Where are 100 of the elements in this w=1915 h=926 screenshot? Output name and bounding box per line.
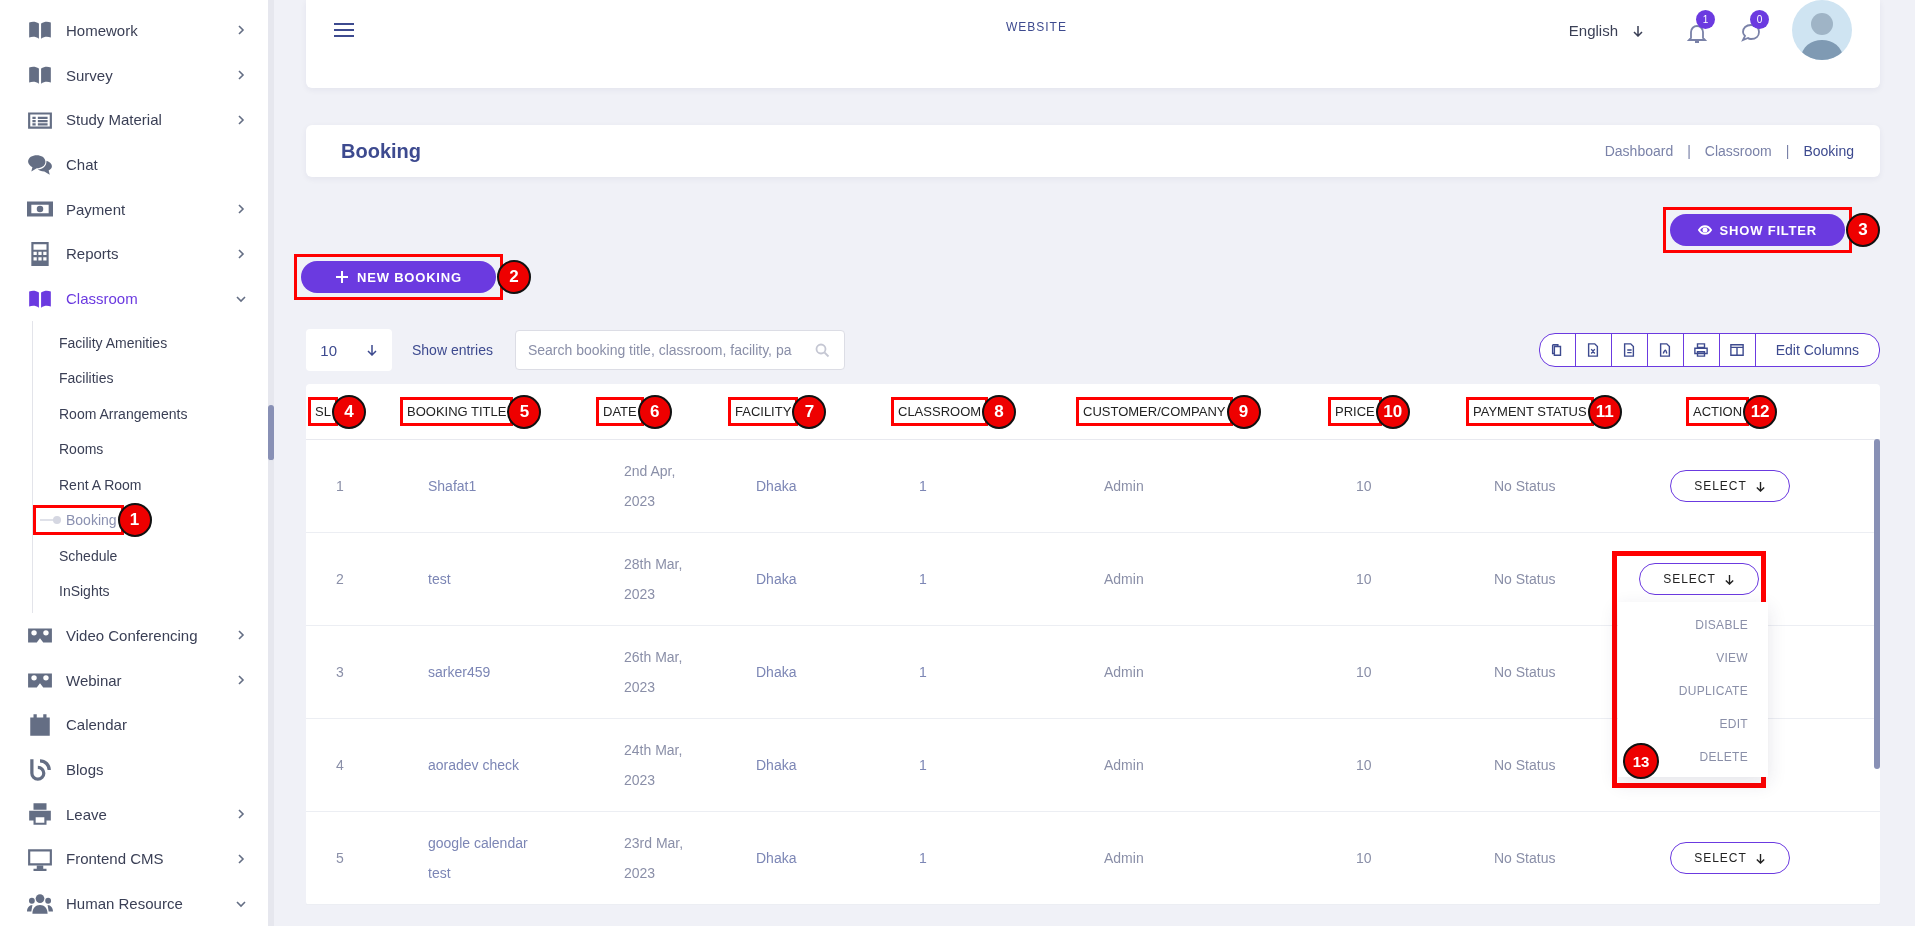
sidebar-item[interactable]: Chat xyxy=(0,142,268,187)
sidebar-item[interactable]: Payment xyxy=(0,186,268,232)
chevron-icon xyxy=(236,204,246,215)
booking-title-link[interactable]: aoradev check xyxy=(400,757,520,773)
sidebar-item[interactable]: Study Material xyxy=(0,97,268,143)
search-field[interactable]: Search booking title, classroom, facility, pa xyxy=(514,330,845,370)
column-header[interactable]: PRICE xyxy=(1335,404,1375,419)
table-cell-text: 1 xyxy=(335,478,344,494)
callout-badge: 12 xyxy=(1743,394,1778,429)
monitor-icon xyxy=(27,846,53,872)
avatar[interactable] xyxy=(1792,0,1852,60)
plus-icon xyxy=(335,270,349,284)
sidebar-item[interactable]: Frontend CMS xyxy=(0,836,268,882)
eye-icon xyxy=(1697,223,1712,237)
scrollbar-thumb[interactable] xyxy=(1874,439,1880,769)
breadcrumb-link[interactable]: Booking xyxy=(1803,143,1854,159)
column-header[interactable]: FACILITY xyxy=(735,404,792,419)
table-cell-text: No Status xyxy=(1493,757,1556,773)
table-cell-text: Dhaka xyxy=(755,478,797,494)
table-cell-text: Admin xyxy=(1103,571,1144,587)
column-header[interactable]: PAYMENT STATUS xyxy=(1473,404,1587,419)
edit-columns-button[interactable]: Edit Columns xyxy=(1755,334,1879,366)
callout-badge: 5 xyxy=(507,394,542,429)
arrow-down-icon xyxy=(1754,480,1766,492)
column-header[interactable]: DATE xyxy=(603,404,637,419)
chevron-icon xyxy=(236,70,246,81)
callout-badge: 8 xyxy=(982,394,1017,429)
callout-badge: 1 xyxy=(117,503,152,538)
sidebar-item[interactable]: Leave xyxy=(0,791,268,837)
chevron-icon xyxy=(236,809,246,820)
submenu-item[interactable]: Room Arrangements xyxy=(59,405,188,422)
chevron-icon xyxy=(236,630,246,641)
table-cell-text: No Status xyxy=(1493,571,1556,587)
sidebar-item[interactable]: Blogs xyxy=(0,747,268,792)
callout-badge: 4 xyxy=(331,394,366,429)
table-cell-text: 1 xyxy=(918,478,927,494)
submenu-item[interactable]: Facility Amenities xyxy=(59,334,168,351)
chat-icon[interactable] xyxy=(1740,22,1762,44)
table-cell-text: 2nd Apr, 2023 xyxy=(623,462,676,511)
column-header[interactable]: SL xyxy=(315,404,331,419)
submenu-item[interactable]: Rent A Room xyxy=(59,476,142,493)
table-cell-text: No Status xyxy=(1493,478,1556,494)
table-cell-text: 10 xyxy=(1355,478,1372,494)
chevron-icon xyxy=(236,898,246,909)
booking-title-link[interactable]: google calendar test xyxy=(400,828,528,888)
submenu-item[interactable]: InSights xyxy=(59,583,110,600)
booking-title-link[interactable]: Shafat1 xyxy=(400,478,477,494)
table-cell-text: No Status xyxy=(1493,850,1556,866)
table-cell-text: No Status xyxy=(1493,664,1556,680)
chevron-icon xyxy=(236,854,246,864)
sidebar-item[interactable]: Survey xyxy=(0,52,268,98)
table-cell-text: 10 xyxy=(1355,664,1372,680)
document-icon xyxy=(1622,343,1637,357)
menu-icon[interactable] xyxy=(334,22,354,38)
columns-icon xyxy=(1730,343,1745,357)
table-cell-text: 5 xyxy=(335,850,344,866)
sidebar-item[interactable]: Reports xyxy=(0,231,268,277)
breadcrumb-link[interactable]: Classroom xyxy=(1704,143,1772,159)
column-header[interactable]: CLASSROOM xyxy=(898,404,982,419)
select-button[interactable]: SELECT xyxy=(1670,842,1790,874)
sidebar-item[interactable]: Homework xyxy=(0,8,268,53)
chevron-icon xyxy=(236,248,246,259)
document-icon xyxy=(1586,343,1601,357)
callout-badge: 2 xyxy=(496,260,531,294)
website-link[interactable]: WEBSITE xyxy=(855,20,1067,34)
entries-label: Show entries xyxy=(412,342,493,358)
callout-badge: 6 xyxy=(637,394,672,429)
booking-title-link[interactable]: sarker459 xyxy=(400,664,491,680)
arrow-down-icon xyxy=(1754,852,1766,864)
sidebar-item[interactable]: Video Conferencing xyxy=(0,613,268,658)
chevron-icon xyxy=(236,25,246,36)
sidebar-item[interactable]: Human Resource xyxy=(0,881,268,926)
column-header[interactable]: CUSTOMER/COMPANY xyxy=(1083,404,1226,419)
table-cell-text: Admin xyxy=(1103,850,1144,866)
entries-select[interactable]: 10 xyxy=(306,329,392,371)
select-button[interactable]: SELECT xyxy=(1670,470,1790,502)
table-cell-text: 10 xyxy=(1355,850,1372,866)
language-select[interactable]: English xyxy=(1568,22,1644,39)
table-cell-text: 1 xyxy=(918,850,927,866)
column-header[interactable]: BOOKING TITLE xyxy=(407,404,507,419)
table-cell-text: 3 xyxy=(335,664,344,680)
sidebar-item[interactable]: Classroom xyxy=(0,276,268,322)
callout-badge: 10 xyxy=(1375,394,1410,429)
submenu-item[interactable]: Schedule xyxy=(59,547,118,564)
scrollbar-thumb[interactable] xyxy=(268,405,274,461)
submenu-item[interactable]: Rooms xyxy=(59,441,104,458)
bell-icon[interactable] xyxy=(1686,22,1708,44)
booking-title-link[interactable]: test xyxy=(400,571,451,587)
show-filter-button[interactable]: SHOW FILTER xyxy=(1669,214,1845,246)
sidebar-item[interactable]: Webinar xyxy=(0,657,268,703)
table-cell-text: Dhaka xyxy=(755,757,797,773)
select-button[interactable]: SELECT xyxy=(1639,563,1759,595)
new-booking-button[interactable]: NEW BOOKING xyxy=(301,261,496,293)
breadcrumb-link[interactable]: Dashboard xyxy=(1604,143,1674,159)
table-cell-text: Admin xyxy=(1103,757,1144,773)
callout-badge: 3 xyxy=(1846,213,1880,247)
submenu-item[interactable]: Facilities xyxy=(59,370,114,387)
breadcrumb-separator: | xyxy=(1785,143,1790,159)
column-header[interactable]: ACTION xyxy=(1693,404,1743,419)
sidebar-item[interactable]: Calendar xyxy=(0,702,268,748)
